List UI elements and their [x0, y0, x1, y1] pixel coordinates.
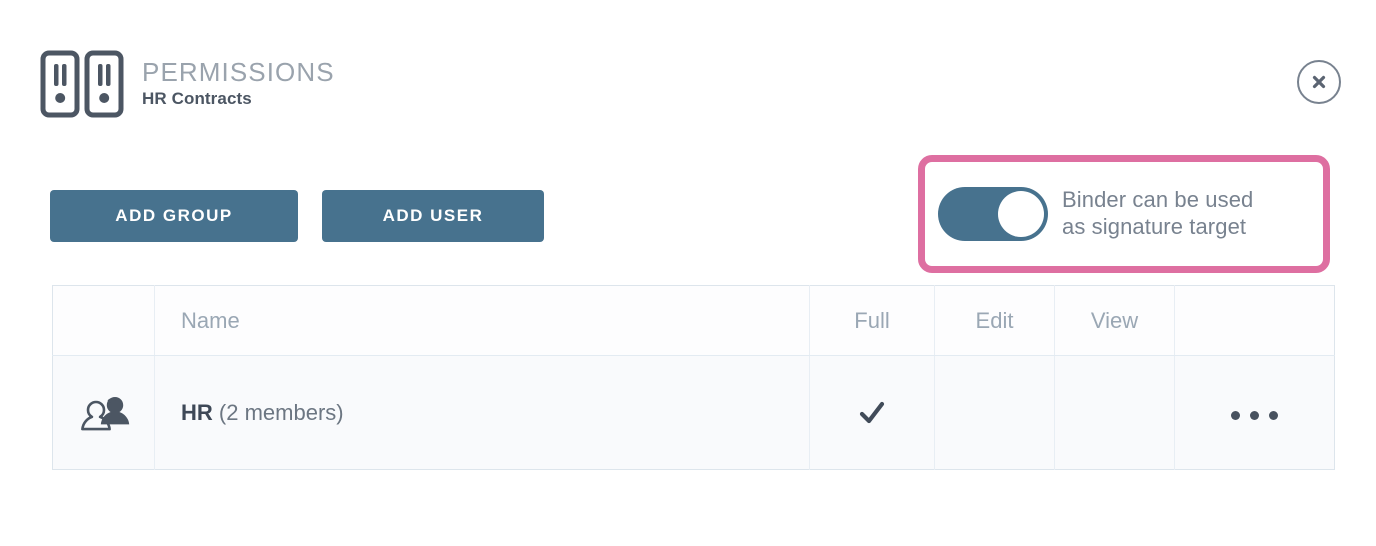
action-button-row: ADD GROUP ADD USER	[50, 190, 544, 242]
row-name-cell: HR (2 members)	[154, 355, 810, 470]
column-header-edit[interactable]: Edit	[934, 285, 1055, 356]
row-icon-cell	[52, 355, 155, 470]
table-header: Name Full Edit View	[52, 285, 1335, 356]
permission-edit-cell[interactable]	[934, 355, 1055, 470]
group-name: HR	[181, 399, 213, 425]
signature-target-label: Binder can be used as signature target	[1062, 187, 1253, 241]
checkmark-icon	[857, 398, 887, 428]
table-header-row: Name Full Edit View	[52, 285, 1335, 356]
page-title: PERMISSIONS	[142, 56, 335, 87]
permission-view-cell[interactable]	[1054, 355, 1175, 470]
signature-target-toggle[interactable]	[938, 187, 1048, 241]
dot-1	[1231, 410, 1240, 420]
toggle-knob	[998, 191, 1044, 237]
permission-full-cell[interactable]	[809, 355, 935, 470]
add-group-button[interactable]: ADD GROUP	[50, 190, 298, 242]
dot-2	[1250, 410, 1259, 420]
group-member-count: (2 members)	[218, 399, 344, 425]
kebab-dots-icon[interactable]	[1231, 410, 1278, 420]
binders-icon	[40, 50, 124, 118]
column-header-name[interactable]: Name	[154, 285, 810, 356]
dialog-header: PERMISSIONS HR Contracts	[40, 50, 335, 118]
table-body: HR (2 members)	[52, 355, 1335, 470]
permissions-table: Name Full Edit View HR (2 members)	[52, 285, 1335, 470]
group-icon	[77, 391, 131, 435]
table-row[interactable]: HR (2 members)	[52, 355, 1335, 470]
add-user-button[interactable]: ADD USER	[322, 190, 544, 242]
page-subtitle: HR Contracts	[142, 88, 252, 108]
column-header-full[interactable]: Full	[809, 285, 935, 356]
close-icon	[1309, 72, 1329, 92]
close-button[interactable]	[1297, 60, 1341, 104]
signature-target-label-line2: as signature target	[1062, 214, 1247, 239]
header-text-block: PERMISSIONS HR Contracts	[142, 58, 335, 110]
dot-3	[1269, 410, 1278, 420]
column-header-menu	[1174, 285, 1335, 356]
column-header-view[interactable]: View	[1054, 285, 1175, 356]
column-header-icon	[52, 285, 155, 356]
signature-target-label-line1: Binder can be used	[1062, 187, 1254, 213]
row-actions-cell	[1175, 356, 1335, 470]
signature-target-highlight: Binder can be used as signature target	[918, 155, 1330, 273]
